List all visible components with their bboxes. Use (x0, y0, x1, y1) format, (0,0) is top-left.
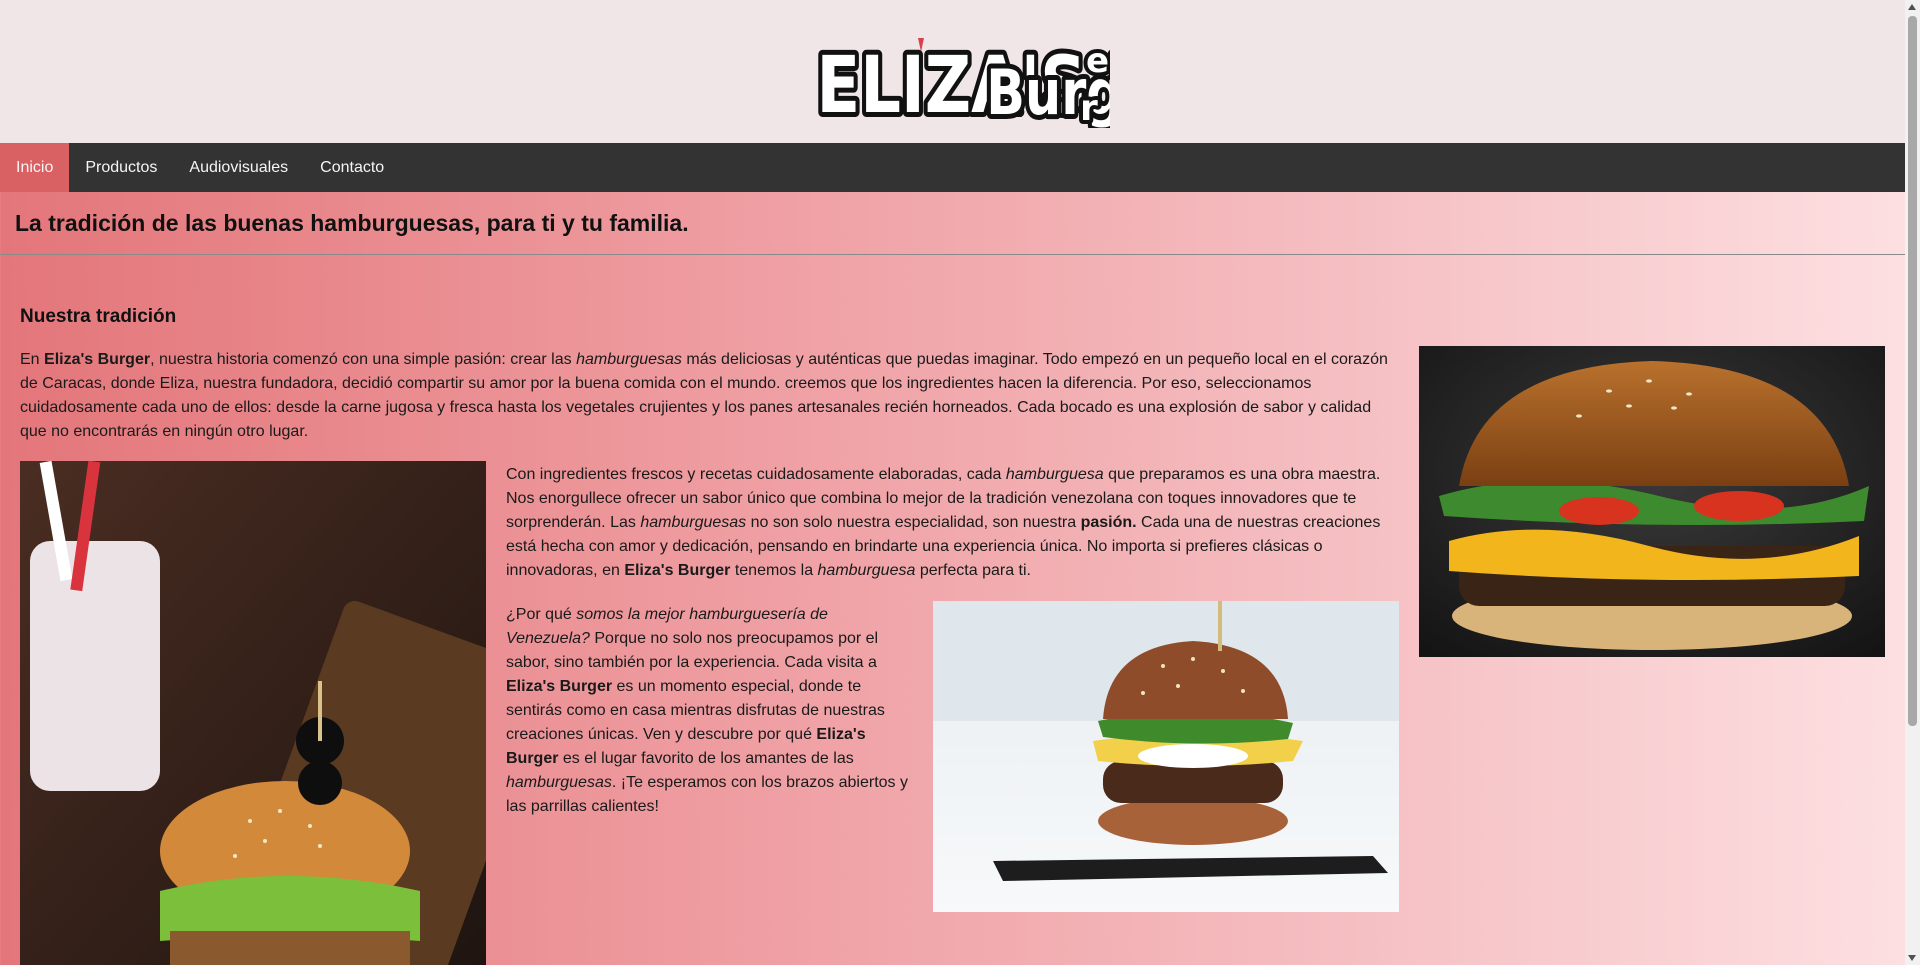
section-title: Nuestra tradición (20, 306, 177, 327)
burger-photo-left (20, 461, 486, 965)
burger-photo-middle (933, 601, 1399, 912)
svg-text:er: er (1086, 41, 1110, 81)
page-tagline: La tradición de las buenas hamburguesas,… (0, 192, 1920, 255)
quality-paragraph: Con ingredientes frescos y recetas cuida… (506, 466, 1381, 579)
svg-text:r: r (1080, 88, 1098, 128)
site-header: ELIZA'S ELIZA'S Burg Burg er er r r Eliz… (0, 0, 1920, 143)
nav-item-contacto[interactable]: Contacto (304, 143, 400, 192)
scroll-down-icon[interactable] (1908, 955, 1916, 961)
nav-item-productos[interactable]: Productos (69, 143, 173, 192)
brand-logo[interactable]: ELIZA'S ELIZA'S Burg Burg er er r r (810, 16, 1110, 128)
page-scrollbar[interactable] (1905, 0, 1920, 965)
scrollbar-thumb[interactable] (1908, 16, 1917, 726)
why-paragraph: ¿Por qué somos la mejor hamburguesería d… (506, 606, 908, 815)
scroll-up-icon[interactable] (1908, 4, 1916, 10)
nav-item-audiovisuales[interactable]: Audiovisuales (173, 143, 304, 192)
nav-item-inicio[interactable]: Inicio (0, 143, 70, 192)
intro-paragraph: En Eliza's Burger, nuestra historia come… (20, 351, 1388, 440)
burger-photo-right (1419, 346, 1885, 657)
main-nav: Inicio Productos Audiovisuales Contacto (0, 143, 1920, 192)
